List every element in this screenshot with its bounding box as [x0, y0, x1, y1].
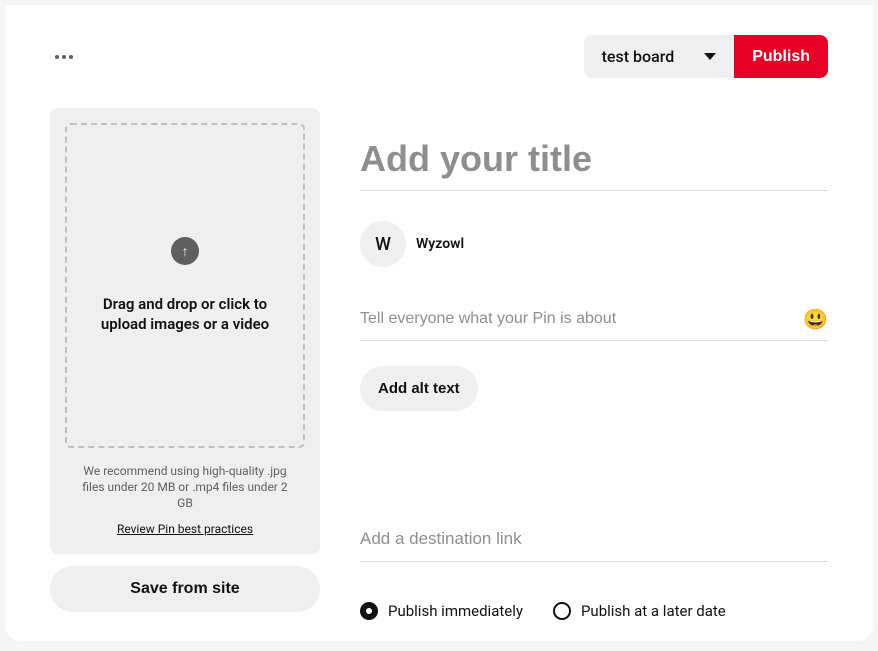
- review-practices-link[interactable]: Review Pin best practices: [65, 522, 305, 536]
- add-alt-text-button[interactable]: Add alt text: [360, 366, 478, 411]
- publish-later-label: Publish at a later date: [581, 602, 726, 620]
- publish-button[interactable]: Publish: [734, 35, 828, 78]
- save-from-site-button[interactable]: Save from site: [50, 566, 320, 612]
- top-right-controls: test board Publish: [584, 35, 828, 78]
- upload-recommendation: We recommend using high-quality .jpg fil…: [65, 463, 305, 512]
- right-column: W Wyzowl 😃 Add alt text Publish immediat…: [360, 108, 828, 620]
- username-label: Wyzowl: [416, 236, 464, 252]
- board-selector[interactable]: test board: [584, 35, 735, 78]
- upload-icon: ↑: [171, 237, 199, 265]
- emoji-picker-icon[interactable]: 😃: [803, 307, 828, 336]
- radio-unchecked-icon: [553, 602, 571, 620]
- destination-link-input[interactable]: [360, 521, 828, 562]
- drop-zone-text: Drag and drop or click to upload images …: [95, 295, 275, 334]
- description-row: 😃: [360, 302, 828, 341]
- left-column: ↑ Drag and drop or click to upload image…: [50, 108, 320, 620]
- publish-immediately-label: Publish immediately: [388, 602, 523, 620]
- description-input[interactable]: [360, 302, 803, 340]
- chevron-down-icon: [704, 53, 716, 60]
- more-options-icon[interactable]: [50, 50, 78, 64]
- publish-immediately-option[interactable]: Publish immediately: [360, 602, 523, 620]
- publish-later-option[interactable]: Publish at a later date: [553, 602, 726, 620]
- title-input[interactable]: [360, 138, 828, 191]
- pin-builder-container: test board Publish ↑ Drag and drop or cl…: [5, 5, 873, 641]
- radio-checked-icon: [360, 602, 378, 620]
- upload-drop-zone[interactable]: ↑ Drag and drop or click to upload image…: [65, 123, 305, 448]
- avatar[interactable]: W: [360, 221, 406, 267]
- schedule-options: Publish immediately Publish at a later d…: [360, 602, 828, 620]
- top-bar: test board Publish: [50, 35, 828, 78]
- board-selected-label: test board: [602, 47, 675, 66]
- user-row: W Wyzowl: [360, 221, 828, 267]
- upload-card: ↑ Drag and drop or click to upload image…: [50, 108, 320, 554]
- main-content: ↑ Drag and drop or click to upload image…: [50, 108, 828, 620]
